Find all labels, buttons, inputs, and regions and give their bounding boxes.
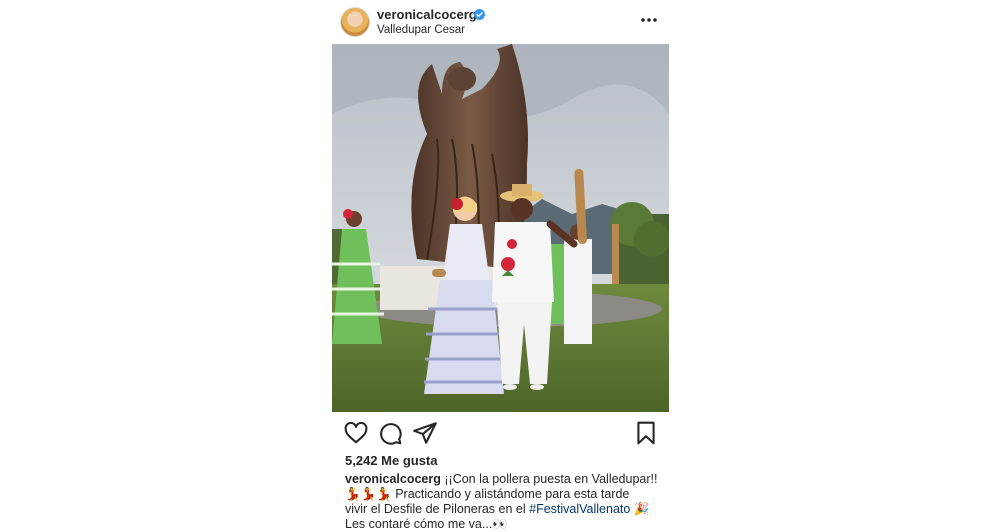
post-username[interactable]: veronicalcocerg xyxy=(377,7,477,22)
caption-emoji-party: 🎉 xyxy=(633,502,650,516)
caption-line-3: vivir el Desfile de Piloneras en el #Fes… xyxy=(345,502,675,517)
comment-icon[interactable] xyxy=(377,420,403,446)
post-header: veronicalcocerg Valledupar Cesar xyxy=(340,6,670,40)
likes-count[interactable]: 5,242 Me gusta xyxy=(345,453,438,468)
photo-illustration xyxy=(332,44,669,412)
caption-line-1: veronicalcocerg ¡¡Con la pollera puesta … xyxy=(345,472,675,487)
bookmark-icon[interactable] xyxy=(633,420,659,446)
caption-text-1: ¡¡Con la pollera puesta en Valledupar!! xyxy=(444,472,658,486)
caption-emoji-eyes: 👀 xyxy=(492,517,508,531)
heart-icon[interactable] xyxy=(343,420,369,446)
share-icon[interactable] xyxy=(412,420,438,446)
post-caption: veronicalcocerg ¡¡Con la pollera puesta … xyxy=(345,472,675,532)
verified-badge-icon xyxy=(474,9,485,20)
post-location[interactable]: Valledupar Cesar xyxy=(377,24,465,36)
caption-username[interactable]: veronicalcocerg xyxy=(345,472,441,486)
avatar[interactable] xyxy=(340,7,370,37)
caption-text-2: Practicando y alistándome para esta tard… xyxy=(395,487,630,501)
caption-text-3: vivir el Desfile de Piloneras en el xyxy=(345,502,526,516)
caption-line-2: 💃💃💃 Practicando y alistándome para esta … xyxy=(345,487,675,502)
post-photo[interactable] xyxy=(332,44,669,412)
caption-hashtag[interactable]: #FestivalVallenato xyxy=(529,502,630,516)
more-options-icon[interactable] xyxy=(639,10,659,30)
post-actions xyxy=(332,420,669,446)
caption-emoji-dancers: 💃💃💃 xyxy=(345,487,392,501)
caption-text-4: Les contaré cómo me va... xyxy=(345,517,493,531)
